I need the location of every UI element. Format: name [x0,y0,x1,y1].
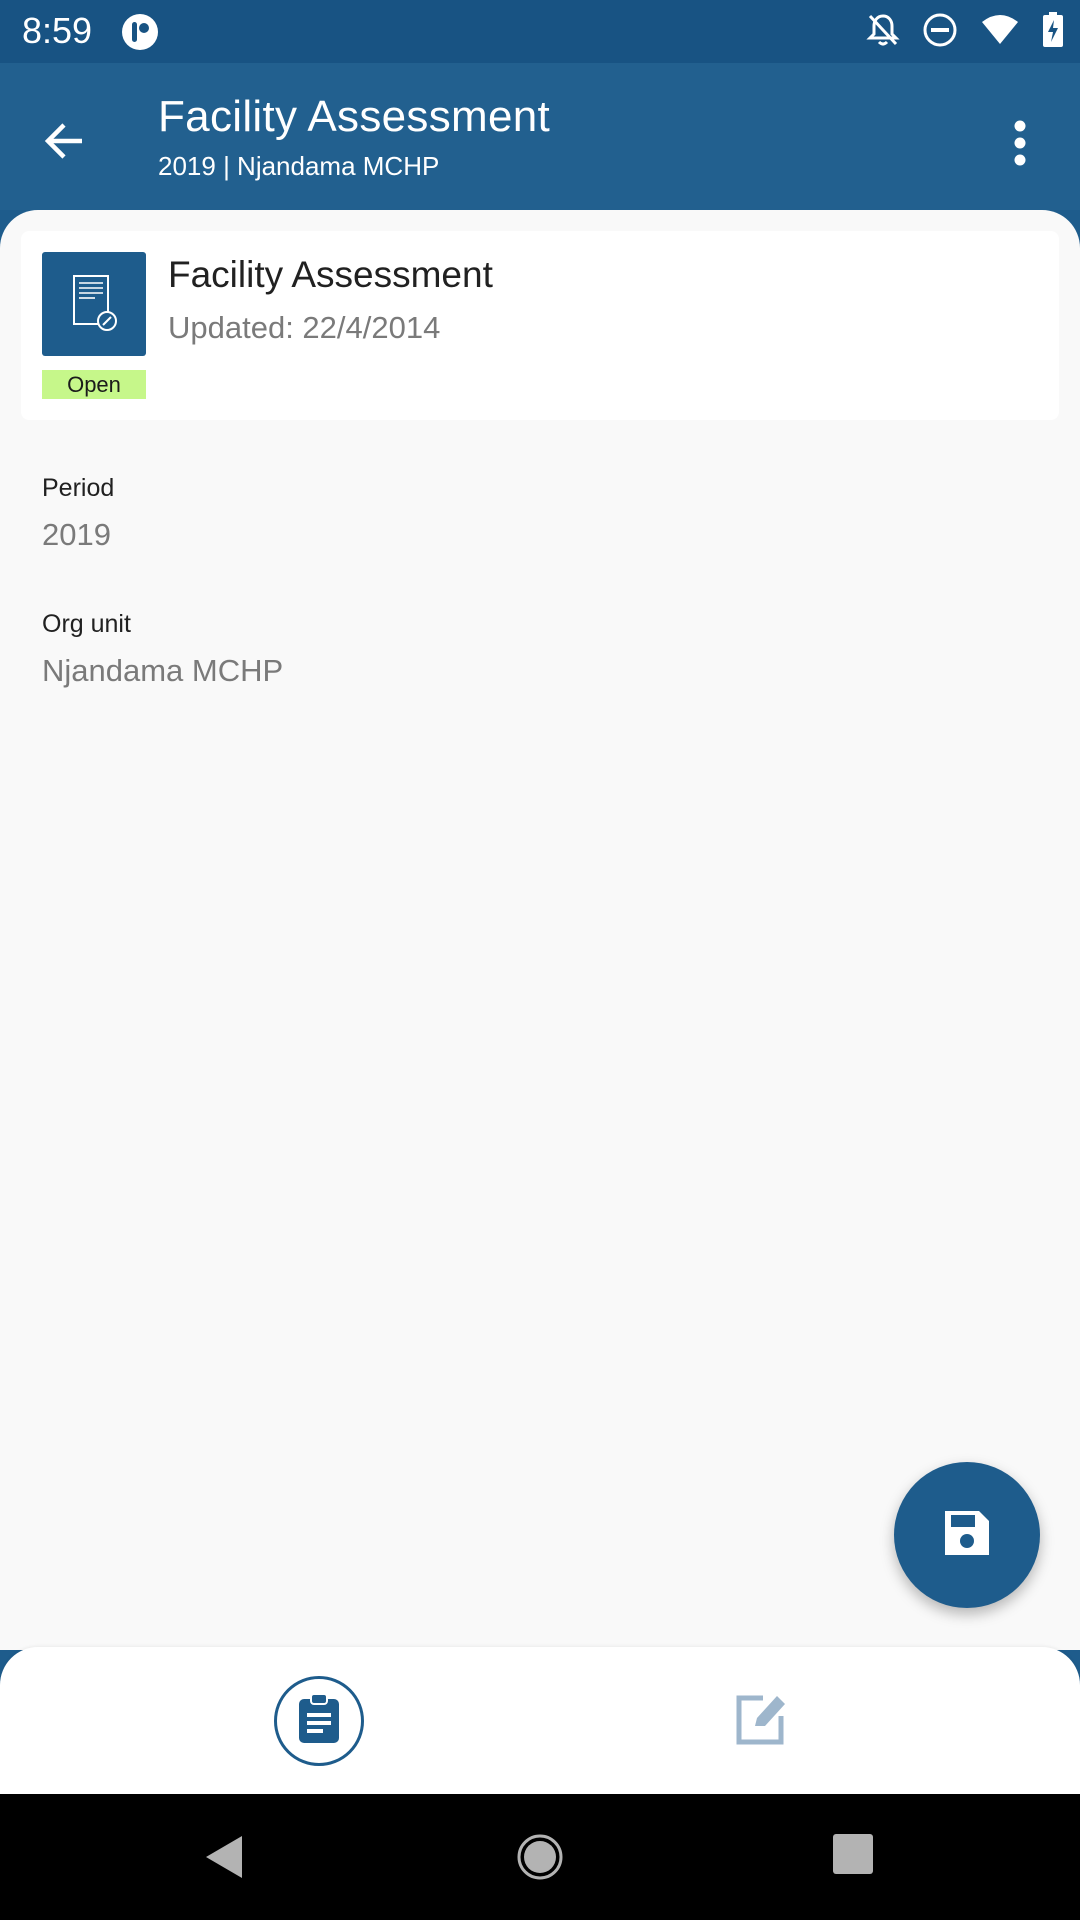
do-not-disturb-icon [922,12,958,53]
more-options-button[interactable] [982,107,1058,183]
bottom-navigation [0,1647,1080,1794]
app-notification-icon [120,12,160,52]
nav-item-form[interactable] [716,1676,806,1766]
dataset-card: Open Facility Assessment Updated: 22/4/2… [21,231,1059,420]
content-panel: Open Facility Assessment Updated: 22/4/2… [0,210,1080,1650]
screen: 8:59 Facility Assessment 2019 | Njandama… [0,0,1080,1920]
system-back-icon[interactable] [200,1832,250,1882]
document-edit-icon [42,252,146,356]
system-home-icon[interactable] [515,1832,565,1882]
more-vertical-icon [1012,120,1028,171]
back-button[interactable] [26,105,102,181]
clipboard-details-icon [297,1692,341,1750]
app-bar: Facility Assessment 2019 | Njandama MCHP [0,63,1080,210]
page-subtitle: 2019 | Njandama MCHP [158,151,440,181]
notifications-off-icon [866,12,900,53]
period-label: Period [42,474,115,502]
status-icons [866,11,1064,53]
arrow-back-icon [40,117,88,170]
dataset-updated: Updated: 22/4/2014 [168,310,441,345]
org-unit-value: Njandama MCHP [42,653,284,688]
page-title: Facility Assessment [158,92,551,141]
edit-form-icon [735,1692,787,1751]
system-recents-icon[interactable] [831,1832,875,1876]
status-time: 8:59 [22,10,93,51]
period-value: 2019 [42,517,111,552]
dataset-title: Facility Assessment [168,254,493,295]
wifi-icon [980,14,1020,51]
system-navigation-bar [0,1794,1080,1920]
status-bar: 8:59 [0,0,1080,63]
save-icon [941,1507,993,1564]
status-badge: Open [42,370,146,399]
save-button[interactable] [894,1462,1040,1608]
battery-charging-icon [1042,11,1064,53]
nav-item-details[interactable] [274,1676,364,1766]
org-unit-label: Org unit [42,610,131,638]
